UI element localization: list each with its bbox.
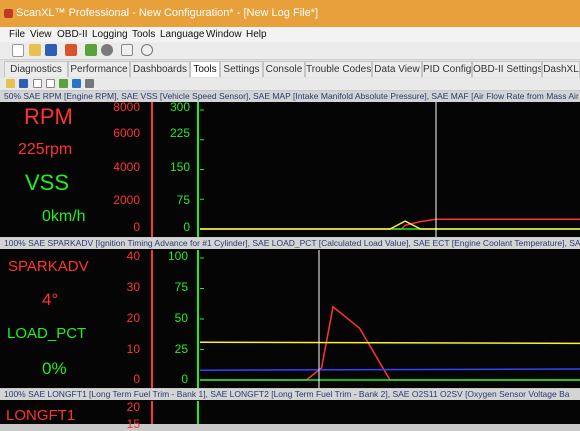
tab-data-view[interactable]: Data View: [372, 61, 422, 77]
save-icon[interactable]: [45, 44, 57, 56]
open-icon[interactable]: [6, 79, 15, 88]
plot1-svg: [200, 102, 580, 237]
spark-tick-label: 30: [126, 280, 140, 294]
chart3-header: 100% SAE LONGFT1 [Long Term Fuel Trim - …: [0, 389, 580, 400]
menu-bar: File View OBD-II Logging Tools Language …: [0, 27, 580, 42]
data-view-toolbar: [0, 78, 580, 90]
grid-icon[interactable]: [72, 79, 81, 88]
settings-icon[interactable]: [121, 44, 133, 56]
vss-tick-label: 75: [176, 193, 190, 207]
series-line-ect: [200, 341, 580, 345]
vss-tick-label: 0: [183, 220, 190, 234]
menu-logging[interactable]: Logging: [92, 27, 128, 42]
chart-fuel-trim: 100% SAE LONGFT1 [Long Term Fuel Trim - …: [0, 389, 580, 431]
chart2-header: 100% SAE SPARKADV [Ignition Timing Advan…: [0, 238, 580, 249]
tab-tools[interactable]: Tools: [190, 61, 220, 77]
spark-tick-label: 10: [126, 342, 140, 356]
tab-strip: Diagnostics Performance Dashboards Tools…: [0, 60, 580, 79]
rpm-tick-label: 6000: [113, 126, 140, 140]
sparkadv-value: 4°: [42, 290, 59, 309]
load-pct-label: LOAD_PCT: [7, 325, 87, 342]
vss-label: VSS: [25, 170, 70, 195]
new-icon[interactable]: [33, 79, 42, 88]
rpm-label: RPM: [24, 104, 73, 129]
app-logo-icon: [4, 9, 13, 18]
menu-language[interactable]: Language: [160, 27, 205, 42]
save-icon[interactable]: [19, 79, 28, 88]
toolbar: [0, 42, 580, 60]
load-tick-label: 100: [167, 249, 188, 263]
menu-file[interactable]: File: [9, 27, 25, 42]
spark-axis: [151, 250, 153, 388]
load-tick-label: 25: [174, 342, 188, 356]
window-title: ScanXL™ Professional - New Configuration…: [16, 7, 319, 19]
spark-tick-label: 0: [133, 372, 140, 386]
longft-tick-label: 20: [126, 400, 140, 414]
longft1-label: LONGFT1: [6, 407, 76, 424]
tab-settings[interactable]: Settings: [220, 61, 263, 77]
plot2-svg: [200, 250, 580, 388]
secondary-axis: [197, 401, 199, 424]
chart-rpm-vss: 50% SAE RPM [Engine RPM], SAE VSS [Vehic…: [0, 91, 580, 237]
rpm-tick-label: 2000: [113, 193, 140, 207]
load-pct-value: 0%: [42, 359, 67, 378]
series-line-map: [200, 220, 580, 230]
rpm-value: 225rpm: [18, 141, 73, 158]
load-tick-label: 75: [174, 280, 188, 294]
longft-tick-label: 15: [126, 417, 140, 431]
disconnect-icon[interactable]: [101, 44, 113, 56]
load-tick-label: 50: [174, 311, 188, 325]
title-bar: ScanXL™ Professional - New Configuration…: [0, 0, 580, 27]
menu-tools[interactable]: Tools: [132, 27, 155, 42]
vss-tick-label: 300: [169, 100, 190, 114]
rpm-tick-label: 0: [133, 220, 140, 234]
menu-window[interactable]: Window: [206, 27, 242, 42]
load-axis: [197, 250, 199, 388]
rpm-tick-label: 4000: [113, 160, 140, 174]
refresh-icon[interactable]: [85, 44, 97, 56]
chart-spark-load: 100% SAE SPARKADV [Ignition Timing Advan…: [0, 238, 580, 388]
load-tick-label: 0: [181, 372, 188, 386]
vss-value: 0km/h: [42, 208, 86, 225]
tab-pid-config[interactable]: PID Config: [422, 61, 472, 77]
tab-dashboards[interactable]: Dashboards: [130, 61, 190, 77]
tab-obd-ii-settings[interactable]: OBD-II Settings: [472, 61, 542, 77]
copy-icon[interactable]: [46, 79, 55, 88]
info-icon[interactable]: [141, 44, 153, 56]
tab-dashxl[interactable]: DashXL: [542, 61, 580, 77]
options-icon[interactable]: [85, 79, 94, 88]
tab-performance[interactable]: Performance: [68, 61, 130, 77]
series-line-maf: [200, 368, 580, 371]
plot-area-2[interactable]: [200, 250, 580, 388]
chart1-header: 50% SAE RPM [Engine RPM], SAE VSS [Vehic…: [0, 91, 580, 102]
menu-obd-ii[interactable]: OBD-II: [57, 27, 88, 42]
open-folder-icon[interactable]: [29, 44, 41, 56]
connect-icon[interactable]: [65, 44, 77, 56]
vss-tick-label: 225: [169, 126, 190, 140]
tab-trouble-codes[interactable]: Trouble Codes: [305, 61, 372, 77]
tab-console[interactable]: Console: [263, 61, 305, 77]
sparkadv-label: SPARKADV: [8, 258, 89, 275]
rpm-axis: [151, 102, 153, 237]
vss-axis: [197, 102, 199, 237]
longft-axis: [151, 401, 153, 424]
plot-area-1[interactable]: [200, 102, 580, 237]
spark-tick-label: 40: [126, 249, 140, 263]
tab-diagnostics[interactable]: Diagnostics: [4, 61, 68, 77]
new-file-icon[interactable]: [12, 44, 24, 57]
spark-tick-label: 20: [126, 311, 140, 325]
menu-view[interactable]: View: [30, 27, 52, 42]
series-line-rpm: [200, 218, 580, 230]
chart-icon[interactable]: [59, 79, 68, 88]
menu-help[interactable]: Help: [246, 27, 267, 42]
rpm-tick-label: 8000: [113, 100, 140, 114]
vss-tick-label: 150: [169, 160, 190, 174]
